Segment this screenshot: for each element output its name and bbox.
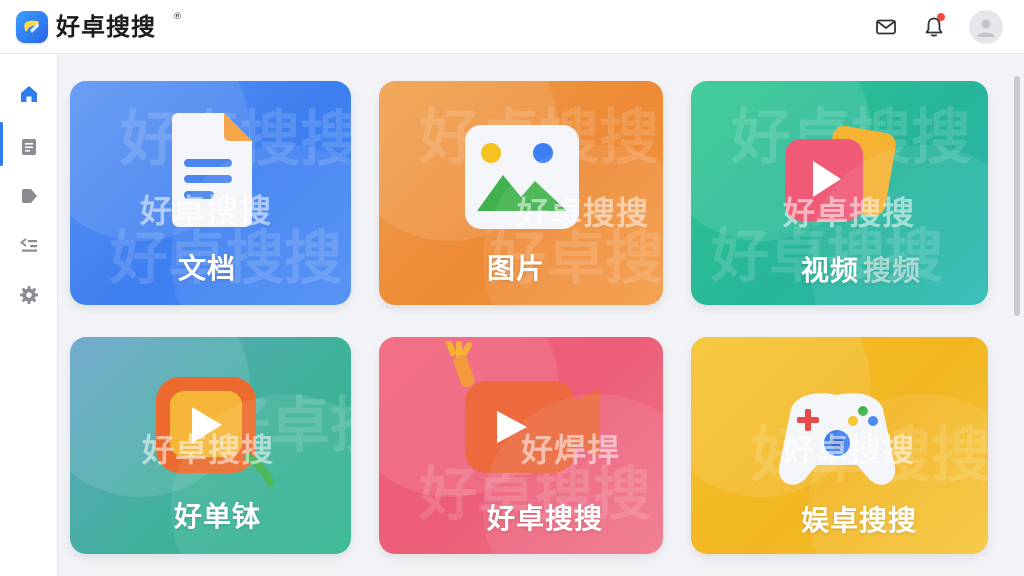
image-3d-icon: [465, 125, 579, 229]
list-icon: [19, 238, 37, 252]
card-title: 文档: [178, 252, 237, 285]
card-title: 好卓搜搜: [487, 502, 604, 535]
document-icon: [22, 139, 36, 155]
sidebar-item-settings[interactable]: [14, 280, 44, 310]
card-overlay-brand: 好卓搜搜: [142, 431, 275, 469]
tag-icon: [22, 189, 37, 203]
card-documents[interactable]: 好卓搜搜 好卓搜搜 好卓搜搜 文档: [70, 81, 351, 305]
sidebar-item-documents[interactable]: [14, 132, 44, 162]
sidebar-item-tags[interactable]: [14, 181, 44, 211]
card-overlay-brand: 好卓搜搜: [517, 194, 650, 232]
card-title: 娱卓搜搜: [801, 504, 918, 537]
card-title: 好单钵: [174, 500, 262, 533]
settings-icon: [20, 286, 38, 304]
card-overlay-brand: 好卓搜搜: [783, 194, 916, 232]
sidebar: [0, 54, 58, 576]
card-images[interactable]: 好卓搜搜 好卓搜搜 好卓搜搜 图片: [379, 81, 663, 305]
registered-mark: ®: [173, 12, 182, 22]
scrollbar[interactable]: [1013, 62, 1021, 570]
top-header: 好卓搜搜 ®: [0, 0, 1024, 54]
card-watermark: 好卓搜搜: [489, 224, 663, 292]
card-title: 图片: [487, 252, 546, 285]
scrollbar-thumb[interactable]: [1014, 76, 1020, 316]
mail-icon[interactable]: [873, 14, 899, 40]
sidebar-item-list[interactable]: [14, 230, 44, 260]
card-overlay-text: 好焊捍: [521, 431, 621, 469]
card-games[interactable]: 好卓搜搜 好卓搜搜 娱卓搜搜: [691, 337, 988, 554]
camera-3d-icon: [446, 341, 599, 473]
card-video[interactable]: 好卓搜搜 好卓搜搜 好卓搜搜 视频 搜频: [691, 81, 988, 305]
brand-name[interactable]: 好卓搜搜: [56, 12, 156, 42]
avatar-icon[interactable]: [969, 10, 1003, 44]
card-play[interactable]: 好卓搜搜 好卓搜搜 好单钵: [70, 337, 351, 554]
card-watermark: 好卓搜搜: [711, 222, 944, 290]
notification-dot: [937, 13, 945, 21]
card-overlay-text: 好卓搜搜: [783, 431, 916, 469]
card-camera[interactable]: 好卓搜搜 好焊捍 好卓搜搜: [379, 337, 663, 554]
logo-icon[interactable]: [16, 11, 48, 43]
card-title: 视频: [801, 254, 860, 287]
home-icon: [21, 86, 37, 102]
card-overlay-brand: 好卓搜搜: [140, 192, 273, 230]
card-title-suffix: 搜频: [863, 254, 922, 287]
sidebar-active-indicator: [0, 122, 3, 166]
sidebar-item-home[interactable]: [14, 79, 44, 109]
